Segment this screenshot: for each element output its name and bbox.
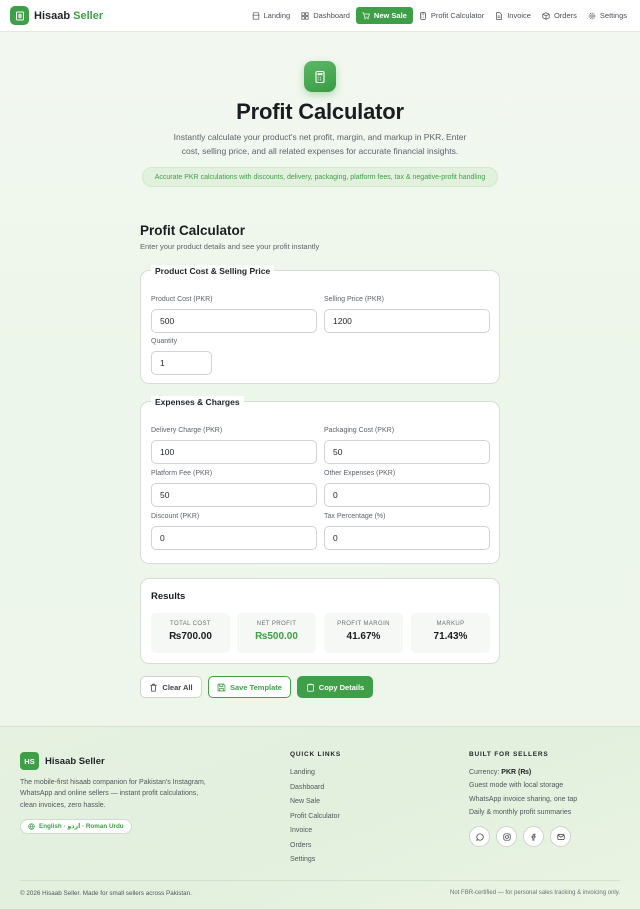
profit-margin-stat: PROFIT MARGIN 41.67% [324, 613, 403, 653]
save-template-button[interactable]: Save Template [208, 676, 291, 698]
quick-links: Landing Dashboard New Sale Profit Calcul… [290, 768, 340, 870]
calculator-icon [304, 61, 336, 92]
fbr-disclaimer: Not FBR-certified — for personal sales t… [450, 890, 620, 896]
brand-name: Hisaab Seller [34, 9, 104, 22]
logo-icon [10, 6, 29, 25]
nav-link-dashboard[interactable]: Dashboard [296, 7, 355, 24]
packaging-cost-input[interactable]: 50 [324, 440, 490, 464]
footer-link-new-sale[interactable]: New Sale [290, 797, 340, 812]
copyright: © 2026 Hisaab Seller. Made for small sel… [20, 890, 192, 897]
email-button[interactable] [550, 826, 571, 847]
profit-margin-value: 41.67% [346, 631, 381, 642]
instagram-button[interactable] [496, 826, 517, 847]
built-for-sellers-list: Currency: PKR (₨) Guest mode with local … [469, 769, 578, 816]
tax-percentage-input[interactable]: 0 [324, 526, 490, 550]
quantity-input[interactable]: 1 [151, 351, 212, 375]
footer-brand-name: Hisaab Seller [45, 755, 105, 767]
footer-link-orders[interactable]: Orders [290, 841, 340, 856]
footer-link-invoice[interactable]: Invoice [290, 826, 340, 841]
tax-percentage-field: Tax Percentage (%) 0 [324, 512, 490, 550]
footer-link-landing[interactable]: Landing [290, 768, 340, 783]
delivery-charge-input[interactable]: 100 [151, 440, 317, 464]
box-icon [542, 11, 550, 20]
net-profit-stat: NET PROFIT ₨500.00 [237, 613, 316, 653]
whatsapp-icon [475, 832, 484, 841]
store-icon [251, 11, 260, 20]
other-expenses-field: Other Expenses (PKR) 0 [324, 469, 490, 507]
selling-price-input[interactable]: 1200 [324, 309, 490, 333]
platform-fee-input[interactable]: 50 [151, 483, 317, 507]
nav-link-new-sale[interactable]: New Sale [355, 7, 413, 24]
cost-section: Product Cost & Selling Price Product Cos… [140, 265, 500, 384]
cost-section-legend: Product Cost & Selling Price [151, 265, 275, 277]
total-cost-stat: TOTAL COST ₨700.00 [151, 613, 230, 653]
footer-description: The mobile-first hisaab companion for Pa… [20, 779, 206, 809]
quick-links-heading: QUICK LINKS [290, 751, 342, 758]
total-cost-value: ₨700.00 [169, 631, 212, 642]
footer-link-settings[interactable]: Settings [290, 855, 340, 870]
facebook-icon [531, 833, 536, 841]
other-expenses-input[interactable]: 0 [324, 483, 490, 507]
packaging-cost-field: Packaging Cost (PKR) 50 [324, 426, 490, 464]
cart-icon [362, 11, 370, 19]
page-title: Profit Calculator [236, 99, 404, 124]
calculator-subtitle: Enter your product details and see your … [140, 242, 320, 251]
globe-icon [28, 823, 35, 830]
whatsapp-button[interactable] [469, 826, 490, 847]
discount-field: Discount (PKR) 0 [151, 512, 317, 550]
discount-input[interactable]: 0 [151, 526, 317, 550]
gear-icon [588, 12, 596, 19]
net-profit-value: ₨500.00 [255, 631, 298, 642]
selling-price-field: Selling Price (PKR) 1200 [324, 295, 490, 333]
hero-subtitle: Instantly calculate your product's net p… [173, 132, 467, 156]
grid-icon [301, 11, 309, 20]
platform-fee-field: Platform Fee (PKR) 50 [151, 469, 317, 507]
save-icon [217, 683, 226, 691]
clipboard-icon [306, 683, 314, 692]
quantity-field: Quantity 1 [151, 337, 212, 375]
document-icon [496, 11, 502, 20]
markup-value: 71.43% [433, 631, 468, 642]
footer-brand: HS Hisaab Seller [20, 752, 105, 770]
built-for-sellers-heading: BUILT FOR SELLERS [469, 751, 549, 758]
nav-link-invoice[interactable]: Invoice [490, 7, 536, 24]
mail-icon [556, 833, 565, 840]
footer-link-profit-calculator[interactable]: Profit Calculator [290, 812, 340, 827]
expenses-section-legend: Expenses & Charges [151, 396, 244, 408]
feature-pill: Accurate PKR calculations with discounts… [142, 167, 498, 187]
facebook-button[interactable] [523, 826, 544, 847]
currency-line: Currency: PKR (₨) [469, 769, 532, 776]
top-nav: Hisaab Seller Landing Dashboard New Sale… [0, 0, 640, 32]
footer-divider [20, 880, 620, 881]
clear-all-button[interactable]: Clear All [140, 676, 202, 698]
trash-icon [150, 683, 158, 692]
results-title: Results [151, 591, 186, 602]
product-cost-input[interactable]: 500 [151, 309, 317, 333]
markup-stat: MARKUP 71.43% [411, 613, 490, 653]
calculator-icon [420, 11, 426, 20]
results-card: Results TOTAL COST ₨700.00 NET PROFIT ₨5… [140, 578, 500, 664]
delivery-charge-field: Delivery Charge (PKR) 100 [151, 426, 317, 464]
copy-details-button[interactable]: Copy Details [297, 676, 373, 698]
footer-logo: HS [20, 752, 39, 770]
language-selector[interactable]: English · اردو · Roman Urdu [20, 819, 132, 834]
product-cost-field: Product Cost (PKR) 500 [151, 295, 317, 333]
nav-link-orders[interactable]: Orders [537, 7, 582, 24]
nav-link-landing[interactable]: Landing [247, 7, 296, 24]
footer: HS Hisaab Seller The mobile-first hisaab… [0, 726, 640, 909]
brand-link[interactable]: Hisaab Seller [10, 6, 103, 25]
footer-link-dashboard[interactable]: Dashboard [290, 783, 340, 798]
instagram-icon [502, 832, 511, 841]
nav-links: Landing Dashboard New Sale Profit Calcul… [247, 7, 633, 24]
nav-link-profit-calculator[interactable]: Profit Calculator [414, 7, 489, 24]
calculator-title: Profit Calculator [140, 223, 246, 238]
nav-link-settings[interactable]: Settings [583, 7, 632, 24]
expenses-section: Expenses & Charges Delivery Charge (PKR)… [140, 396, 500, 564]
